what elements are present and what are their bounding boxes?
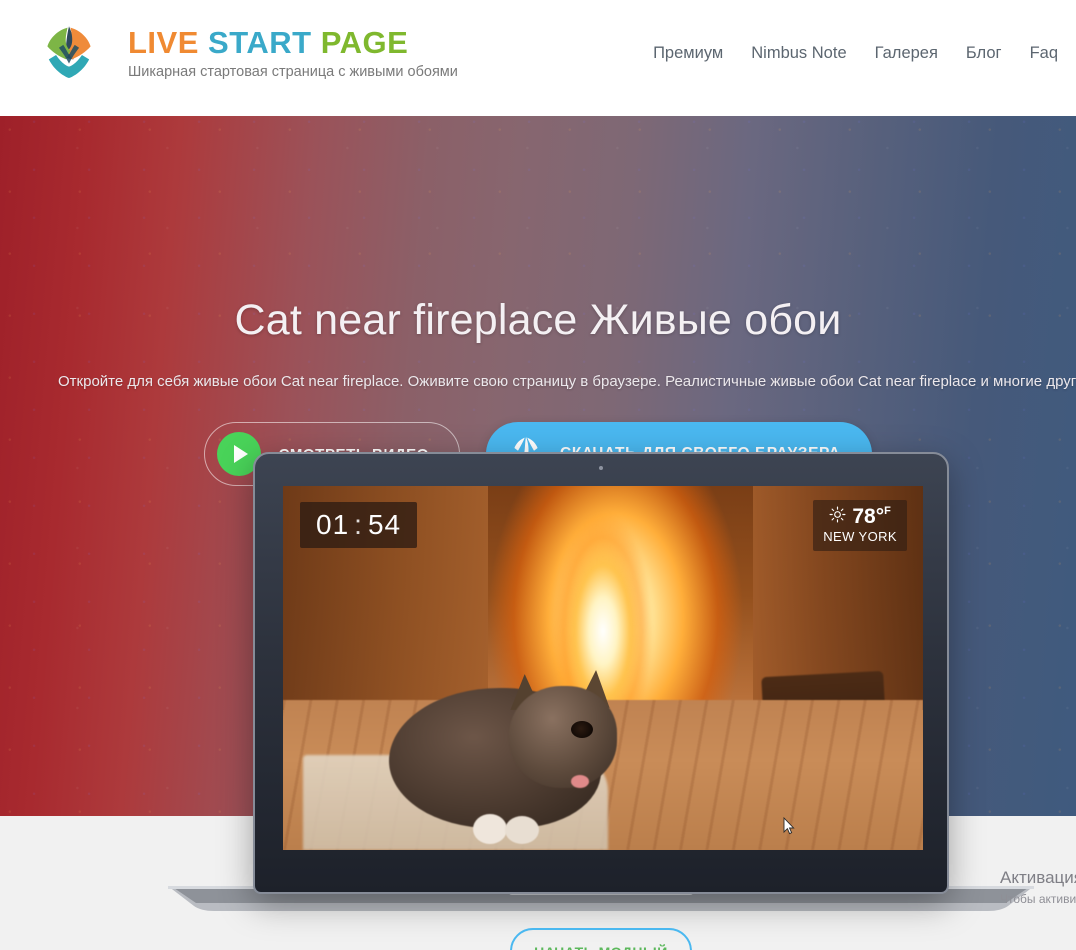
nav-item-faq[interactable]: Faq [1030, 44, 1058, 63]
brand-word-start: START [208, 25, 312, 60]
sun-icon [829, 506, 846, 528]
cat-eye [571, 721, 593, 738]
weather-degree: ° [875, 505, 885, 528]
brand-word-live: LIVE [128, 25, 199, 60]
brand-block: LIVE START PAGE Шикарная стартовая стран… [128, 25, 458, 80]
weather-city: NEW YORK [823, 529, 897, 545]
clock-minutes: 54 [367, 509, 402, 540]
laptop-lid: 01 : 54 78°F NEW YORK [253, 452, 949, 894]
mouse-cursor-icon [783, 816, 795, 835]
site-header: LIVE START PAGE Шикарная стартовая стран… [0, 0, 1076, 116]
main-navigation: Премиум Nimbus Note Галерея Блог Faq [653, 44, 1058, 63]
page-title: Cat near fireplace Живые обои [234, 296, 842, 344]
nav-item-gallery[interactable]: Галерея [875, 44, 938, 63]
weather-top-row: 78°F [823, 505, 897, 528]
nav-item-premium[interactable]: Премиум [653, 44, 723, 63]
laptop-mockup: 01 : 54 78°F NEW YORK [253, 452, 949, 894]
weather-unit: F [884, 505, 891, 517]
watermark-subtitle: Чтобы активировать [1000, 892, 1076, 906]
install-cta-button[interactable]: НАЧАТЬ МОДНЫЙ [510, 928, 692, 950]
clock-widget[interactable]: 01 : 54 [300, 502, 418, 548]
brand-title: LIVE START PAGE [128, 25, 458, 60]
watermark-title: Активация Windows [1000, 868, 1076, 887]
brand-tagline: Шикарная стартовая страница с живыми обо… [128, 63, 458, 80]
cat-paw-right [505, 816, 539, 844]
nav-item-blog[interactable]: Блог [966, 44, 1002, 63]
weather-widget[interactable]: 78°F NEW YORK [813, 500, 907, 551]
webcam-icon [599, 466, 603, 470]
windows-activation-watermark: Активация Windows Чтобы активировать [1000, 868, 1076, 906]
live-start-page-logo-svg [47, 26, 91, 79]
logo-icon[interactable] [33, 16, 105, 94]
cat-paw-left [473, 814, 507, 844]
clock-separator: : [354, 509, 363, 540]
page-root: LIVE START PAGE Шикарная стартовая стран… [0, 0, 1076, 950]
nav-item-nimbus-note[interactable]: Nimbus Note [751, 44, 846, 63]
brand-word-page: PAGE [320, 25, 409, 60]
cat-head [509, 686, 617, 788]
weather-temp-value: 78 [852, 505, 876, 528]
weather-temperature: 78°F [852, 505, 891, 528]
hero-subtitle: Откройте для себя живые обои Cat near fi… [58, 373, 1076, 390]
clock-hours: 01 [316, 509, 350, 540]
cat-tongue [571, 775, 589, 788]
laptop-screen[interactable]: 01 : 54 78°F NEW YORK [283, 486, 923, 850]
